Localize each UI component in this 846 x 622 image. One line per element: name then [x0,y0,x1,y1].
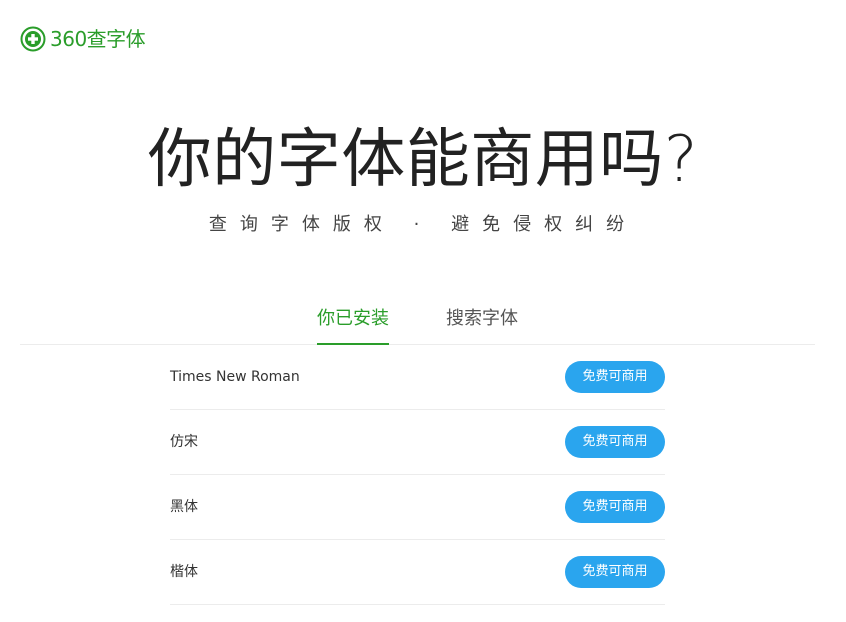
page-subtitle: 查询字体版权 · 避免侵权纠纷 [208,214,638,235]
page-title: 你的字体能商用吗? [147,123,699,197]
license-status-button[interactable]: 免费可商用 [565,426,665,458]
font-name: Times New Roman [170,369,300,385]
tab-search-fonts[interactable]: 搜索字体 [446,306,518,343]
font-name: 楷体 [170,564,198,580]
list-item: Times New Roman 免费可商用 [170,345,665,410]
plus-circle-icon [20,26,46,52]
tab-installed[interactable]: 你已安装 [317,306,389,345]
license-status-button[interactable]: 免费可商用 [565,491,665,523]
list-item: 黑体 免费可商用 [170,475,665,540]
tab-bar: 你已安装 搜索字体 [20,300,815,345]
logo-text: 360查字体 [50,27,146,51]
font-name: 黑体 [170,499,198,515]
license-status-button[interactable]: 免费可商用 [565,361,665,393]
logo[interactable]: 360查字体 [20,26,146,52]
list-item: 楷体 免费可商用 [170,540,665,605]
license-status-button[interactable]: 免费可商用 [565,556,665,588]
font-name: 仿宋 [170,434,198,450]
font-list: Times New Roman 免费可商用 仿宋 免费可商用 黑体 免费可商用 … [170,345,665,605]
list-item: 仿宋 免费可商用 [170,410,665,475]
